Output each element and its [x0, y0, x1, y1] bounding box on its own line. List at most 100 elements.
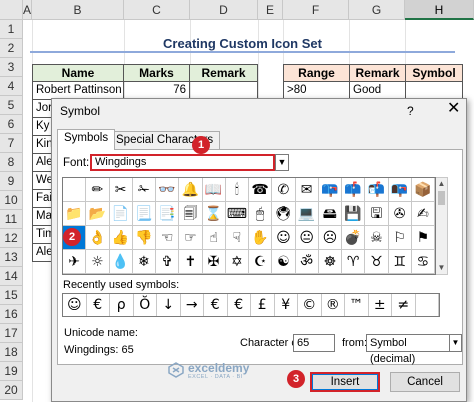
recent-symbol[interactable]: ρ — [110, 294, 134, 316]
symbol-cell[interactable]: 📖 — [202, 178, 226, 202]
row-header[interactable]: 20 — [0, 381, 23, 400]
symbol-cell[interactable]: 💧 — [109, 250, 133, 274]
symbol-cell[interactable]: ☺ — [272, 226, 296, 250]
column-header-g[interactable]: G — [349, 0, 405, 20]
recent-symbol[interactable]: © — [298, 294, 322, 316]
symbol-cell[interactable]: 📃 — [132, 202, 156, 226]
column-header-h[interactable]: H — [405, 0, 474, 20]
cell-name[interactable]: Ale — [32, 154, 52, 172]
cell-name[interactable]: Ky — [32, 118, 52, 136]
symbol-cell[interactable]: ☟ — [225, 226, 249, 250]
row-header[interactable]: 5 — [0, 96, 23, 115]
cell-name[interactable]: Tim — [32, 226, 52, 244]
font-select[interactable]: Wingdings — [90, 154, 275, 171]
symbol-cell[interactable]: ☸ — [318, 250, 342, 274]
row-header[interactable]: 13 — [0, 248, 23, 267]
symbol-cell[interactable]: 💾 — [342, 202, 366, 226]
symbol-cell[interactable]: ☯ — [272, 250, 296, 274]
symbol-cell[interactable]: 📫 — [342, 178, 366, 202]
recent-symbol[interactable]: ¥ — [275, 294, 298, 316]
symbol-cell[interactable]: 🕯 — [225, 178, 249, 202]
symbol-cell[interactable]: ✞ — [156, 250, 180, 274]
symbol-cell[interactable]: ✍ — [411, 202, 435, 226]
cell-name[interactable]: Fai — [32, 190, 52, 208]
symbol-cell[interactable]: 💣 — [342, 226, 366, 250]
symbol-cell[interactable]: ☜ — [156, 226, 180, 250]
symbol-cell[interactable]: ✂ — [109, 178, 133, 202]
scroll-up-icon[interactable]: ▲ — [436, 178, 447, 190]
recent-symbol[interactable]: ☺ — [63, 294, 87, 316]
recent-symbol[interactable] — [416, 294, 439, 316]
symbol-cell[interactable]: ♋ — [411, 250, 435, 274]
symbol-cell[interactable]: ✠ — [202, 250, 226, 274]
symbol-cell[interactable]: ✝ — [179, 250, 203, 274]
symbol-cell[interactable]: 📁 — [63, 202, 87, 226]
symbol-cell[interactable]: ✉ — [295, 178, 319, 202]
column-header-d[interactable]: D — [190, 0, 258, 20]
chevron-down-icon[interactable]: ▼ — [450, 334, 462, 352]
symbol-cell[interactable]: 😐 — [295, 226, 319, 250]
column-header-b[interactable]: B — [32, 0, 124, 20]
recent-symbol[interactable]: → — [181, 294, 204, 316]
column-header-c[interactable]: C — [124, 0, 190, 20]
row-header[interactable]: 16 — [0, 305, 23, 324]
symbol-scrollbar[interactable]: ▲ ▼ — [436, 177, 448, 275]
recent-symbol[interactable]: ± — [369, 294, 392, 316]
from-select[interactable]: Symbol (decimal) — [366, 334, 450, 365]
symbol-cell[interactable]: 📬 — [365, 178, 389, 202]
symbol-cell[interactable]: ☪ — [249, 250, 273, 274]
row-header[interactable]: 17 — [0, 324, 23, 343]
symbol-cell[interactable]: ✡ — [225, 250, 249, 274]
row-header[interactable]: 8 — [0, 153, 23, 172]
row-header[interactable]: 19 — [0, 362, 23, 381]
cell-name[interactable]: Kin — [32, 136, 52, 154]
symbol-cell[interactable]: ☼ — [86, 250, 110, 274]
symbol-cell[interactable]: ☠ — [365, 226, 389, 250]
row-header[interactable]: 6 — [0, 115, 23, 134]
symbol-cell[interactable]: ✋ — [249, 226, 273, 250]
row-header[interactable]: 7 — [0, 134, 23, 153]
symbol-cell[interactable]: ✈ — [63, 250, 87, 274]
recent-symbol[interactable]: € — [228, 294, 251, 316]
recent-symbol[interactable]: ≠ — [392, 294, 416, 316]
symbol-cell[interactable]: ♉ — [365, 250, 389, 274]
symbol-cell[interactable]: 📭 — [388, 178, 412, 202]
symbol-cell[interactable]: 👍 — [109, 226, 133, 250]
select-all-corner[interactable] — [0, 0, 23, 20]
symbol-cell[interactable]: ✏ — [86, 178, 110, 202]
recent-symbol[interactable]: ™ — [345, 294, 369, 316]
symbol-cell[interactable]: ⌛ — [202, 202, 226, 226]
symbol-cell[interactable]: 🖴 — [318, 202, 342, 226]
symbol-cell[interactable]: 🗐 — [179, 202, 203, 226]
recent-symbol[interactable]: £ — [251, 294, 275, 316]
scroll-down-icon[interactable]: ▼ — [436, 262, 447, 274]
symbol-cell[interactable]: ⚑ — [411, 226, 435, 250]
symbol-cell[interactable]: ⚐ — [388, 226, 412, 250]
row-header[interactable]: 18 — [0, 343, 23, 362]
recent-symbol[interactable]: ↓ — [157, 294, 181, 316]
row-header[interactable]: 4 — [0, 77, 23, 96]
symbol-cell[interactable]: 🖱 — [249, 202, 273, 226]
cell-name[interactable]: We — [32, 172, 52, 190]
symbol-cell[interactable]: 🖫 — [365, 202, 389, 226]
column-header-e[interactable]: E — [258, 0, 283, 20]
recent-symbol[interactable]: € — [87, 294, 110, 316]
recent-symbol[interactable]: ® — [322, 294, 345, 316]
row-header[interactable]: 9 — [0, 172, 23, 191]
symbol-cell[interactable]: ✁ — [132, 178, 156, 202]
cell-name[interactable]: Jor — [32, 100, 52, 118]
character-code-input[interactable]: 65 — [293, 334, 335, 352]
symbol-cell[interactable]: 🖲 — [272, 202, 296, 226]
symbol-cell[interactable]: 📪 — [318, 178, 342, 202]
symbol-cell[interactable]: ♊ — [388, 250, 412, 274]
cancel-button[interactable]: Cancel — [390, 372, 460, 392]
symbol-cell[interactable]: ☎ — [249, 178, 273, 202]
column-header-a[interactable]: A — [23, 0, 32, 20]
symbol-cell[interactable]: ☹ — [318, 226, 342, 250]
insert-button[interactable]: Insert — [310, 372, 380, 392]
symbol-cell[interactable]: 💻 — [295, 202, 319, 226]
symbol-cell[interactable]: ❄ — [132, 250, 156, 274]
row-header[interactable]: 10 — [0, 191, 23, 210]
symbol-cell[interactable]: ॐ — [295, 250, 319, 274]
symbol-cell[interactable]: ✇ — [388, 202, 412, 226]
